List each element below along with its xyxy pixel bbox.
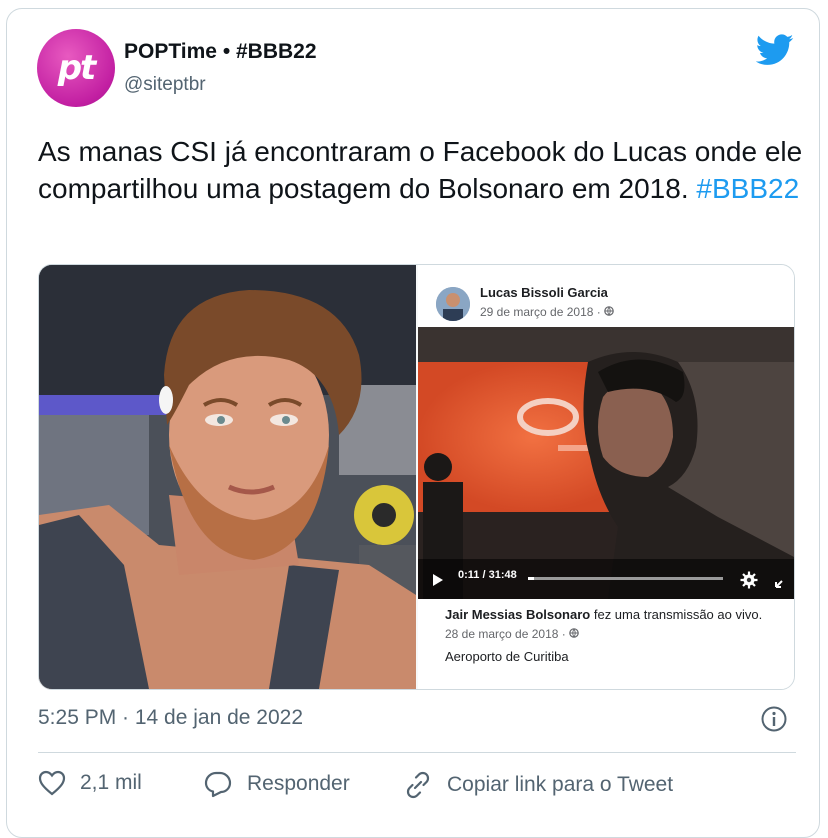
settings-icon[interactable] <box>740 571 758 589</box>
video-player[interactable] <box>418 327 794 599</box>
fullscreen-icon[interactable] <box>774 571 790 589</box>
tweet-text: As manas CSI já encontraram o Facebook d… <box>38 133 808 207</box>
reply-button[interactable]: Responder <box>203 770 350 798</box>
facebook-avatar-image <box>436 287 470 321</box>
divider <box>38 752 796 753</box>
info-icon[interactable] <box>760 705 788 733</box>
action-bar: 2,1 mil Responder Copiar link para o Twe… <box>38 770 808 806</box>
facebook-screenshot[interactable]: Lucas Bissoli Garcia 29 de março de 2018… <box>418 265 794 689</box>
twitter-bird-icon[interactable] <box>756 34 794 66</box>
like-button[interactable]: 2,1 mil <box>38 770 142 796</box>
copy-link-label: Copiar link para o Tweet <box>447 773 674 796</box>
avatar[interactable]: pt <box>37 29 115 107</box>
display-name[interactable]: POPTime • #BBB22 <box>124 40 317 64</box>
globe-icon <box>569 628 579 638</box>
video-time: 0:11 / 31:48 <box>458 569 517 581</box>
reply-label: Responder <box>247 772 350 795</box>
shared-date-text: 28 de março de 2018 · <box>445 627 566 641</box>
tweet-body: As manas CSI já encontraram o Facebook d… <box>38 136 803 204</box>
shared-post-line: Jair Messias Bolsonaro fez uma transmiss… <box>445 607 762 622</box>
reply-icon <box>204 771 232 798</box>
selfie-illustration <box>39 265 416 689</box>
facebook-date-text: 29 de março de 2018 · <box>480 305 601 319</box>
facebook-post: Lucas Bissoli Garcia 29 de março de 2018… <box>418 265 794 689</box>
like-count: 2,1 mil <box>80 771 142 794</box>
play-icon[interactable] <box>432 573 444 587</box>
tweet-timestamp[interactable]: 5:25 PM · 14 de jan de 2022 <box>38 706 303 730</box>
hashtag-link[interactable]: #BBB22 <box>696 173 799 204</box>
copy-link-button[interactable]: Copiar link para o Tweet <box>403 770 673 800</box>
shared-author[interactable]: Jair Messias Bolsonaro <box>445 607 590 622</box>
shared-action: fez uma transmissão ao vivo. <box>590 607 763 622</box>
link-icon <box>406 771 430 799</box>
location: Aeroporto de Curitiba <box>445 649 569 664</box>
media-grid[interactable]: Lucas Bissoli Garcia 29 de março de 2018… <box>38 264 795 690</box>
avatar-text: pt <box>57 48 97 88</box>
user-handle[interactable]: @siteptbr <box>124 74 206 96</box>
globe-icon <box>604 306 614 316</box>
facebook-avatar <box>436 287 470 321</box>
heart-icon <box>38 770 66 796</box>
shared-date: 28 de março de 2018 · <box>445 627 579 641</box>
video-frame <box>418 327 794 599</box>
selfie-photo[interactable] <box>39 265 416 689</box>
facebook-date: 29 de março de 2018 · <box>480 305 614 319</box>
facebook-author: Lucas Bissoli Garcia <box>480 285 608 300</box>
